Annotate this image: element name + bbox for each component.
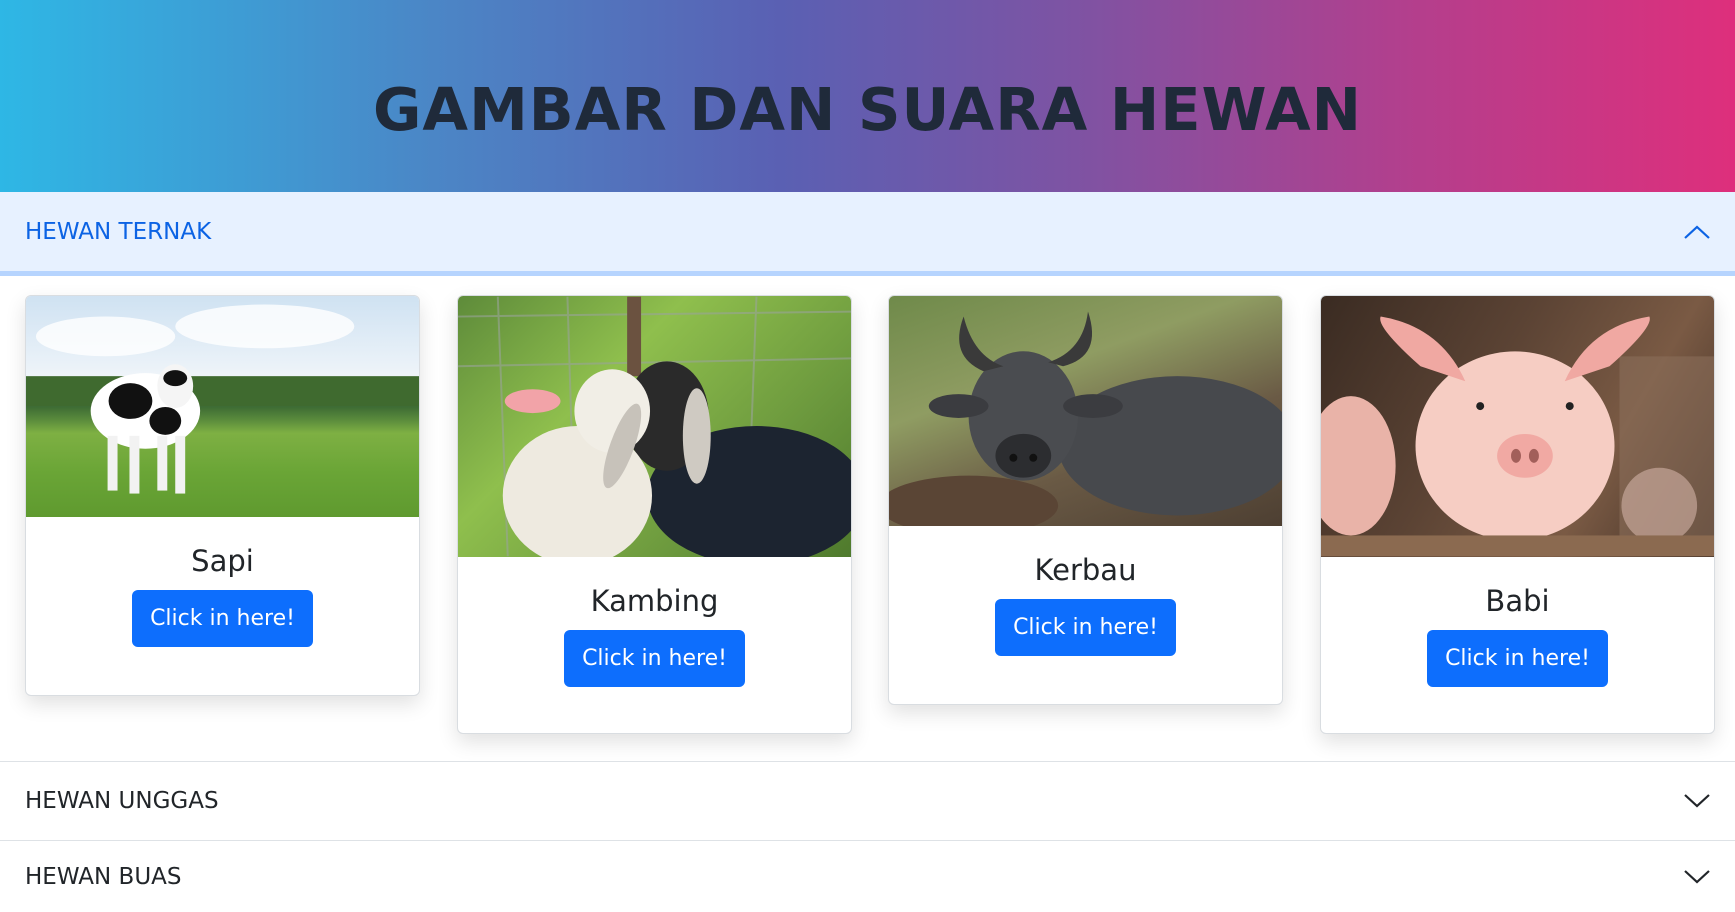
accordion-header-hewan-ternak[interactable]: HEWAN TERNAK — [0, 192, 1735, 276]
accordion-label: HEWAN UNGGAS — [25, 788, 219, 814]
animal-image — [1321, 296, 1714, 557]
pig-image — [1321, 316, 1714, 557]
animal-card: Sapi Click in here! — [25, 295, 420, 696]
play-sound-button-kerbau[interactable]: Click in here! — [995, 599, 1176, 656]
play-sound-button-kambing[interactable]: Click in here! — [564, 630, 745, 687]
play-sound-button-babi[interactable]: Click in here! — [1427, 630, 1608, 687]
chevron-down-icon — [1684, 794, 1710, 808]
buffalo-image — [889, 311, 1282, 526]
page-banner: GAMBAR DAN SUARA HEWAN — [0, 0, 1735, 192]
chevron-up-icon — [1684, 225, 1710, 239]
cow-image — [26, 304, 419, 494]
animal-image — [26, 296, 419, 517]
accordion-header-hewan-unggas[interactable]: HEWAN UNGGAS — [0, 761, 1735, 840]
accordion-label: HEWAN BUAS — [25, 863, 182, 890]
animal-card: Kambing Click in here! — [457, 295, 852, 734]
animal-name: Babi — [1485, 584, 1550, 618]
accordion-body-hewan-ternak: Sapi Click in here! Kambing Click in her… — [0, 276, 1735, 761]
animal-name: Kerbau — [1034, 553, 1137, 587]
goat-image — [458, 296, 851, 557]
accordion-label: HEWAN TERNAK — [25, 218, 212, 245]
accordion-header-hewan-buas[interactable]: HEWAN BUAS — [0, 840, 1735, 912]
animal-name: Sapi — [191, 544, 254, 578]
play-sound-button-sapi[interactable]: Click in here! — [132, 590, 313, 647]
page-title: GAMBAR DAN SUARA HEWAN — [373, 74, 1362, 144]
animal-card: Babi Click in here! — [1320, 295, 1715, 734]
animal-card: Kerbau Click in here! — [888, 295, 1283, 705]
chevron-down-icon — [1684, 869, 1710, 883]
animal-image — [458, 296, 851, 557]
animal-image — [889, 296, 1282, 526]
animal-name: Kambing — [590, 584, 719, 618]
